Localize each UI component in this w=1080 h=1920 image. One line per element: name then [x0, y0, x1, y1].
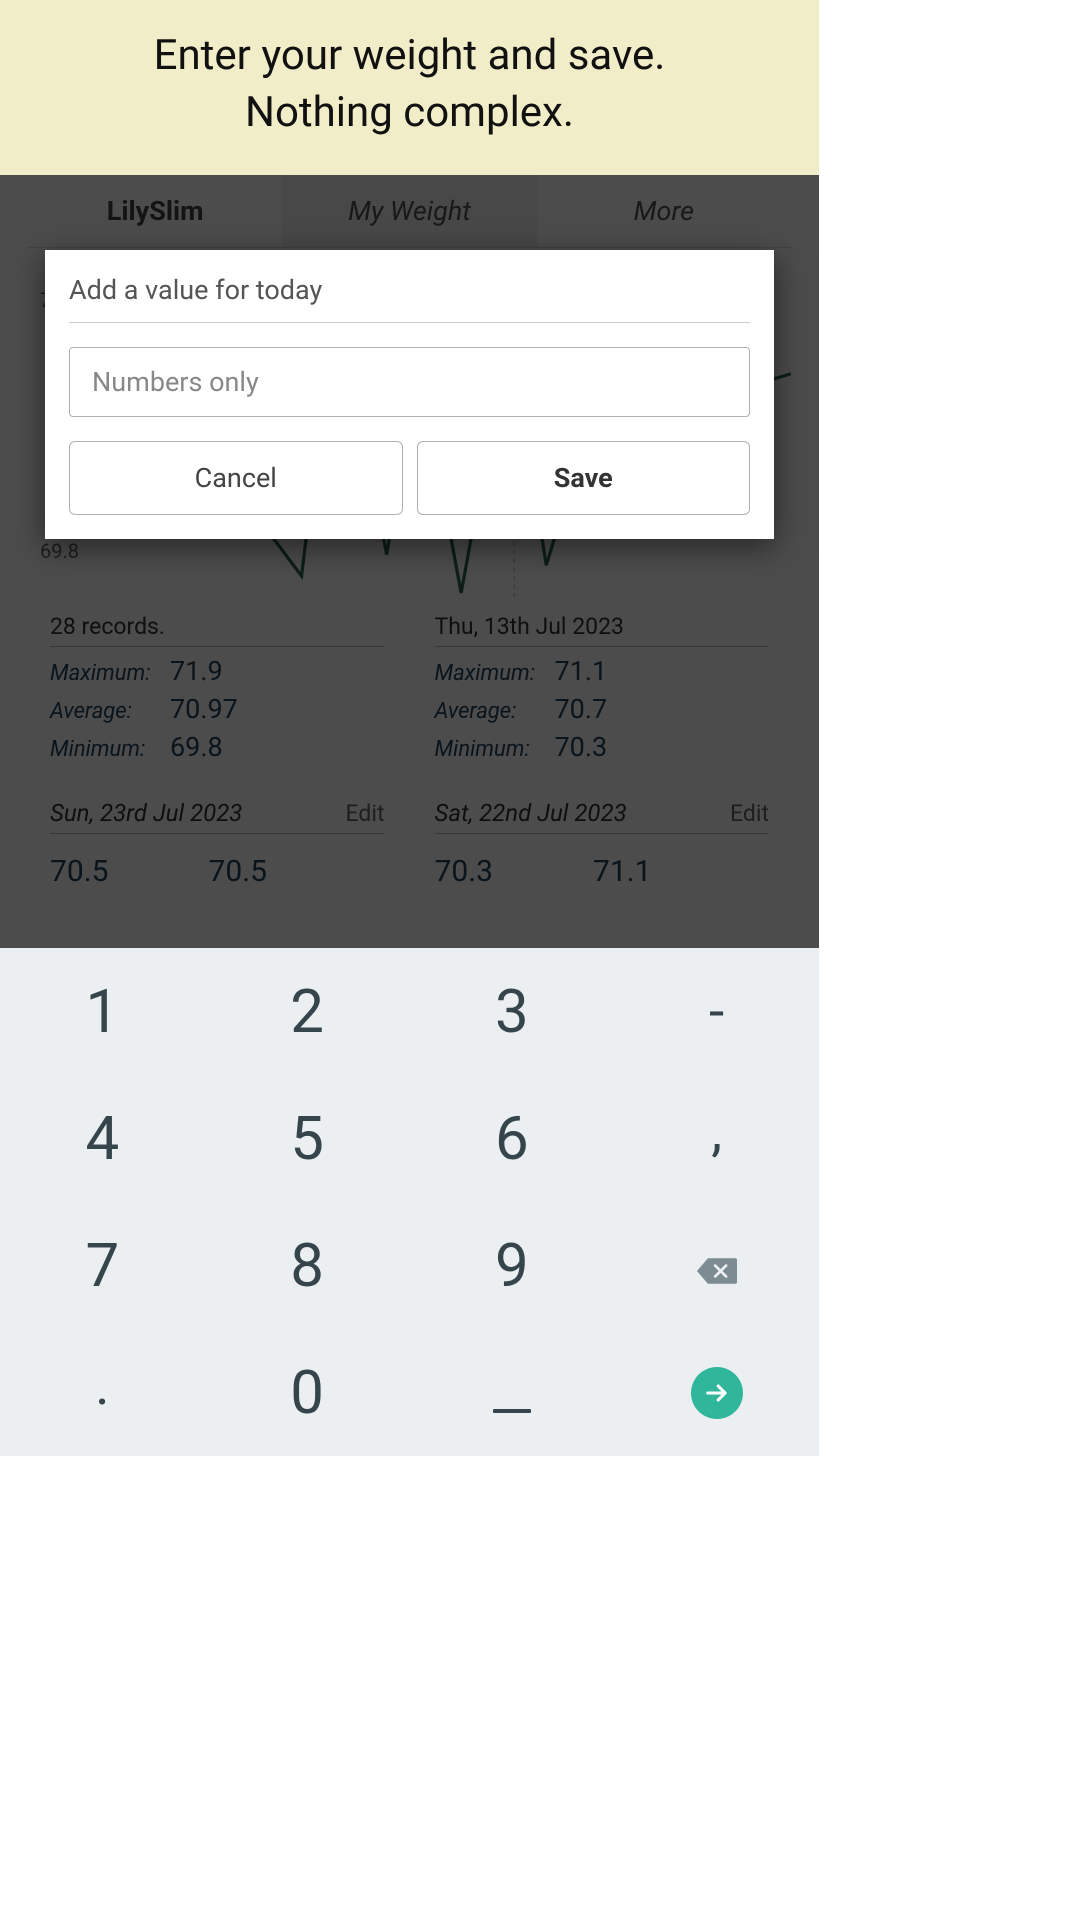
key-submit[interactable] [614, 1329, 819, 1456]
key-7[interactable]: 7 [0, 1202, 205, 1329]
backspace-icon [697, 1230, 737, 1301]
key-comma[interactable]: , [614, 1075, 819, 1202]
modal-title: Add a value for today [69, 274, 750, 323]
save-button[interactable]: Save [417, 441, 751, 515]
banner-line-2: Nothing complex. [20, 85, 799, 142]
key-0[interactable]: 0 [205, 1329, 410, 1456]
key-5[interactable]: 5 [205, 1075, 410, 1202]
weight-input[interactable] [69, 347, 750, 417]
instruction-banner: Enter your weight and save. Nothing comp… [0, 0, 819, 181]
key-dot[interactable]: . [0, 1329, 205, 1456]
space-icon [493, 1409, 531, 1413]
key-6[interactable]: 6 [410, 1075, 615, 1202]
banner-line-1: Enter your weight and save. [20, 28, 799, 85]
key-2[interactable]: 2 [205, 948, 410, 1075]
key-9[interactable]: 9 [410, 1202, 615, 1329]
key-4[interactable]: 4 [0, 1075, 205, 1202]
numeric-keypad: 1 2 3 - 4 5 6 , 7 8 9 . 0 [0, 948, 819, 1456]
add-value-modal: Add a value for today Cancel Save [45, 250, 774, 539]
key-backspace[interactable] [614, 1202, 819, 1329]
key-space[interactable] [410, 1329, 615, 1456]
key-1[interactable]: 1 [0, 948, 205, 1075]
key-8[interactable]: 8 [205, 1202, 410, 1329]
cancel-button[interactable]: Cancel [69, 441, 403, 515]
key-dash[interactable]: - [614, 948, 819, 1075]
key-3[interactable]: 3 [410, 948, 615, 1075]
submit-arrow-icon [691, 1367, 743, 1419]
